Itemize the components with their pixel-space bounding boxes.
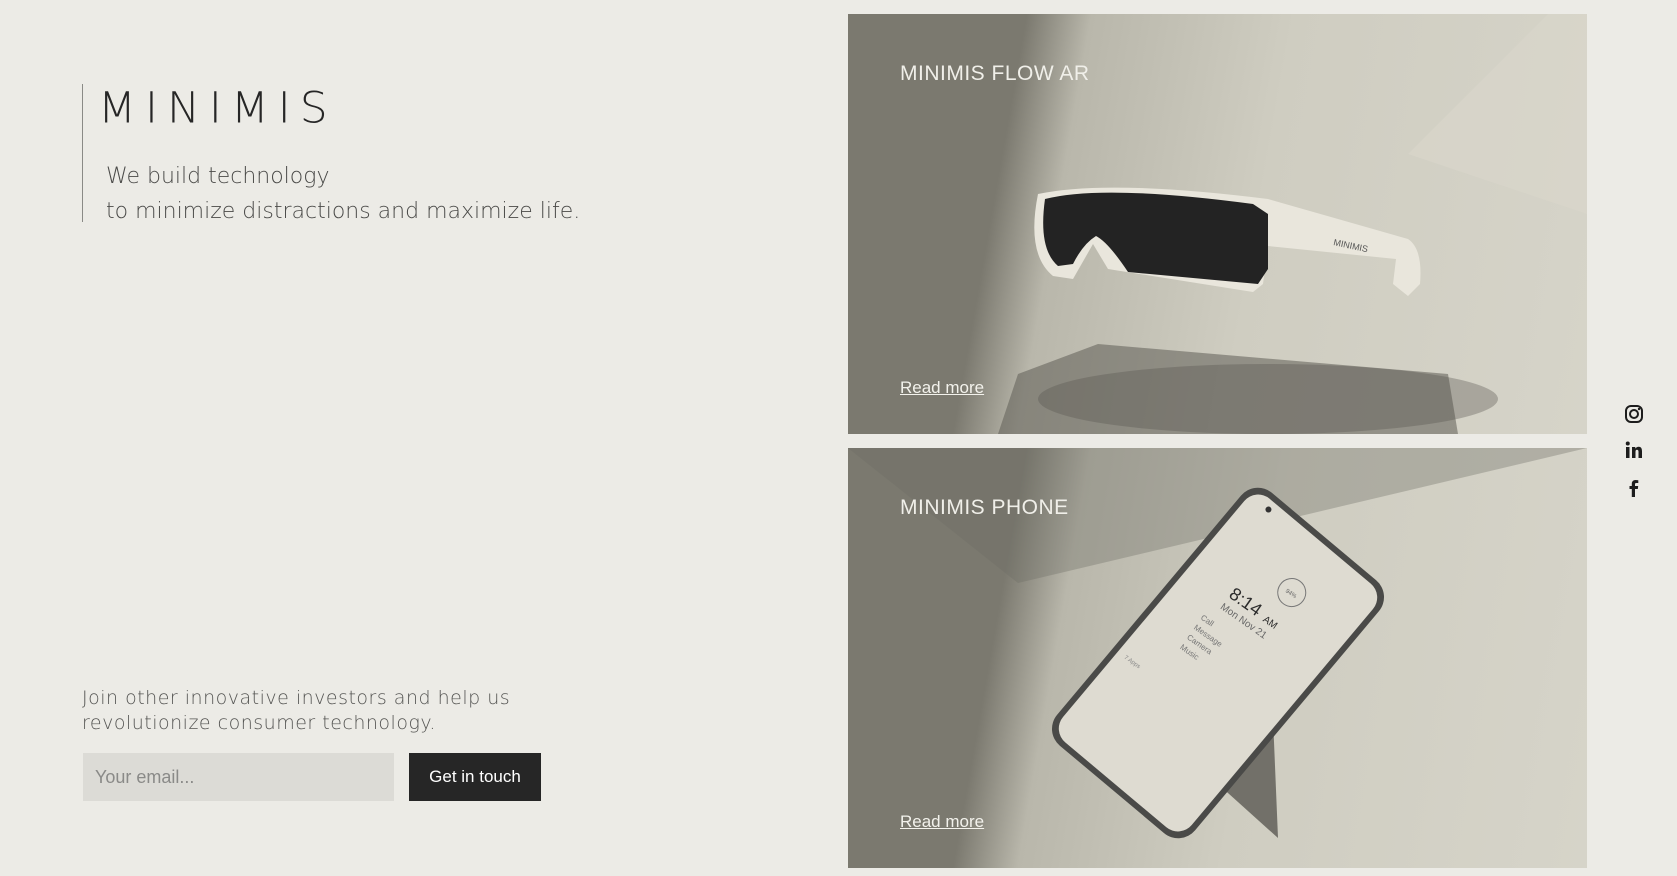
read-more-link[interactable]: Read more <box>900 378 984 398</box>
logo: MINIMIS <box>98 83 337 134</box>
product-title: MINIMIS PHONE <box>900 496 1069 519</box>
instagram-icon[interactable] <box>1622 402 1646 426</box>
product-title: MINIMIS FLOW AR <box>900 62 1090 85</box>
email-field[interactable] <box>83 753 394 801</box>
investor-text: Join other innovative investors and help… <box>82 687 511 734</box>
tagline-line-2: to minimize distractions and maximize li… <box>106 199 581 224</box>
product-card-flow-ar[interactable]: MINIMIS MINIMIS FLOW AR Read more <box>848 14 1587 434</box>
brand-block: MINIMIS We build technology to minimize … <box>82 83 580 224</box>
get-in-touch-button[interactable]: Get in touch <box>409 753 541 801</box>
read-more-link[interactable]: Read more <box>900 812 984 832</box>
tagline: We build technology to minimize distract… <box>98 159 580 229</box>
linkedin-icon[interactable] <box>1622 438 1646 462</box>
product-card-phone[interactable]: 8:14 AM Mon Nov 21 Call Message Camera M… <box>848 448 1587 868</box>
facebook-icon[interactable] <box>1622 476 1646 500</box>
tagline-line-1: We build technology <box>106 164 330 189</box>
